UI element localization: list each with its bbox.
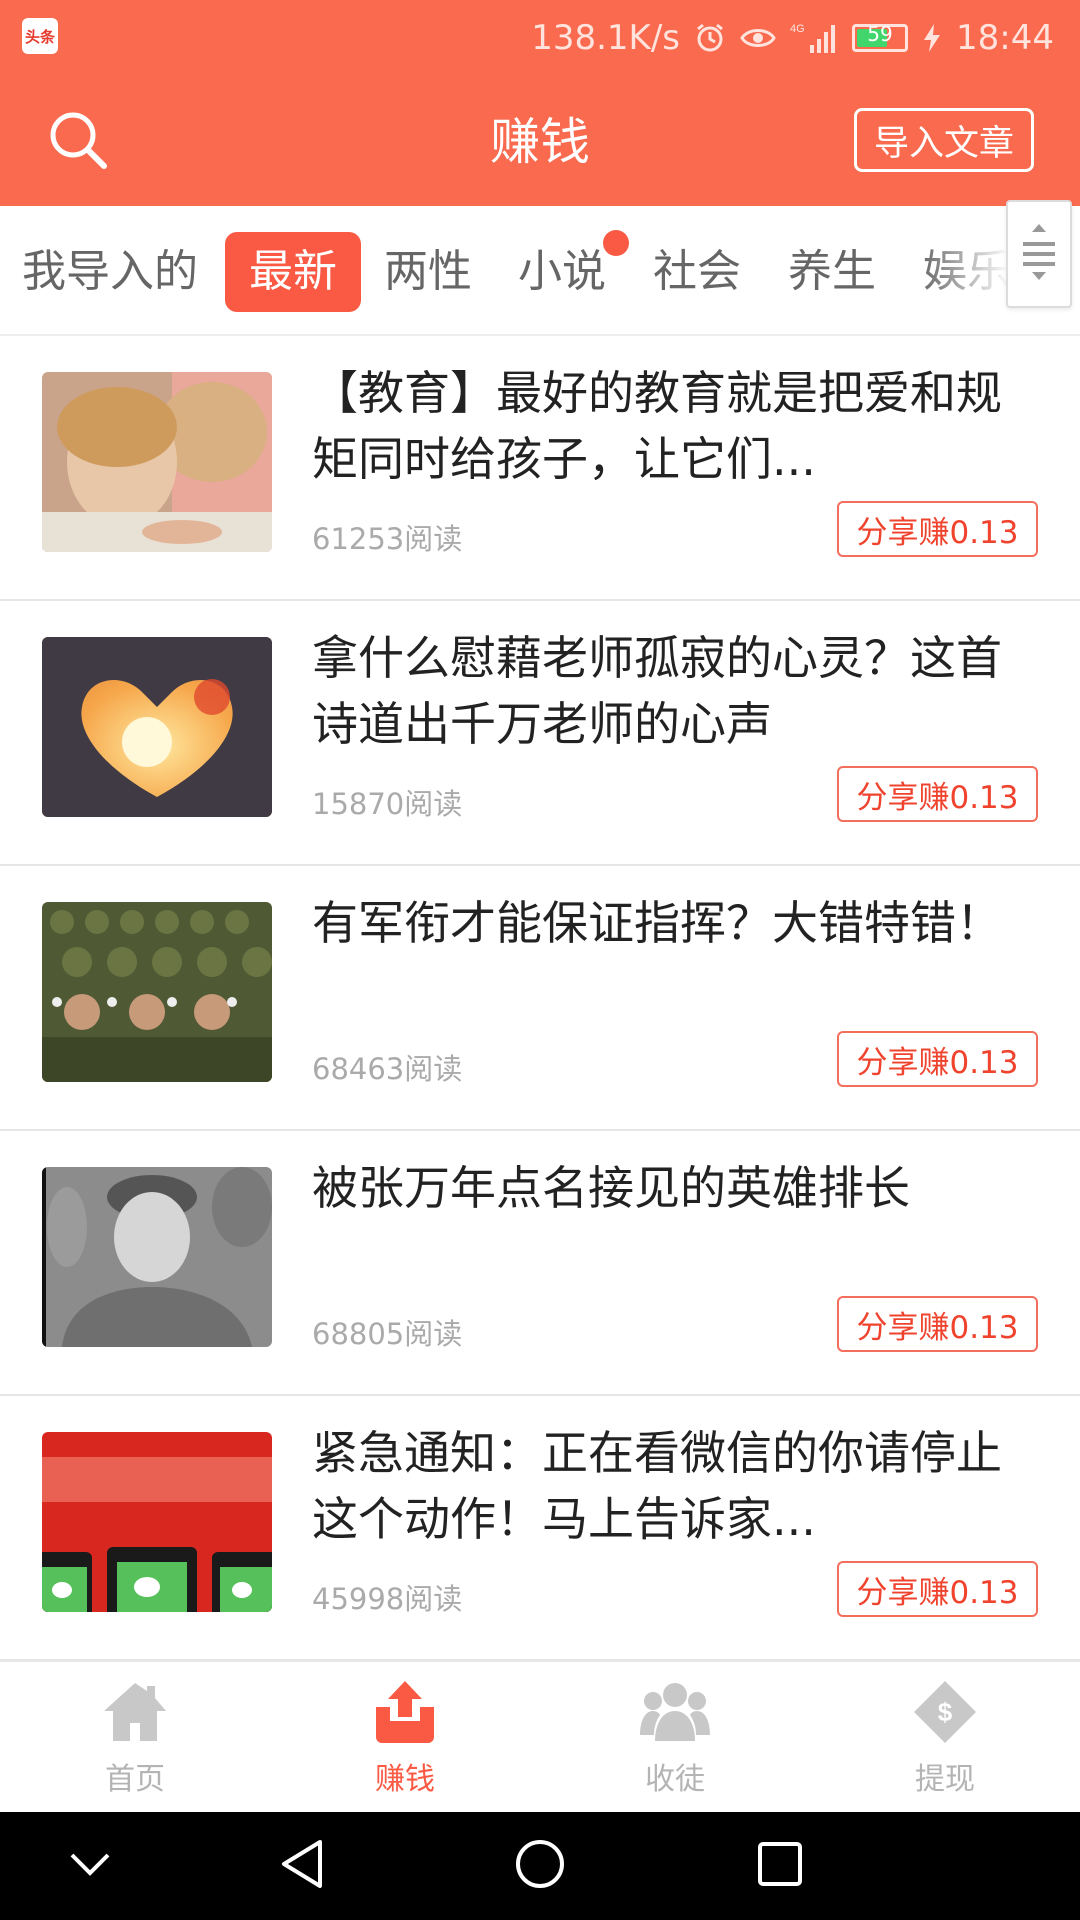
network-speed: 138.1K/s — [531, 18, 681, 58]
tab-imported[interactable]: 我导入的 — [22, 232, 198, 312]
clock: 18:44 — [956, 18, 1054, 58]
article-thumbnail — [42, 372, 272, 552]
battery-level: 59 — [867, 22, 893, 46]
alarm-icon — [694, 22, 726, 54]
back-triangle-icon — [278, 1838, 326, 1894]
article-read-count: 68805阅读 — [312, 1317, 463, 1351]
article-title[interactable]: 拿什么慰藉老师孤寂的心灵？这首诗道出千万老师的心声 — [312, 625, 1042, 757]
article-item[interactable]: 拿什么慰藉老师孤寂的心灵？这首诗道出千万老师的心声 15870阅读 分享赚0.1… — [0, 601, 1080, 866]
tab-latest[interactable]: 最新 — [225, 232, 361, 312]
share-earn-button[interactable]: 分享赚0.13 — [837, 501, 1038, 557]
withdraw-icon: $ — [909, 1676, 981, 1748]
nav-earn-label: 赚钱 — [375, 1762, 435, 1797]
article-thumbnail — [42, 902, 272, 1082]
bottom-nav: 首页 赚钱 收徒 $ 提现 — [0, 1660, 1080, 1812]
charging-icon — [922, 23, 942, 53]
article-title[interactable]: 被张万年点名接见的英雄排长 — [312, 1155, 1042, 1221]
title-bar: 赚钱 导入文章 — [0, 90, 1080, 190]
tabs-fade — [920, 206, 1010, 334]
system-nav-bar — [0, 1812, 1080, 1920]
nav-withdraw[interactable]: $ 提现 — [875, 1676, 1015, 1802]
share-earn-button[interactable]: 分享赚0.13 — [837, 1561, 1038, 1617]
status-icons: 138.1K/s 4G 59 18:44 — [531, 14, 1054, 62]
back-button[interactable] — [270, 1834, 334, 1898]
article-thumbnail — [42, 1432, 272, 1612]
battery-icon: 59 — [852, 22, 909, 52]
article-title[interactable]: 紧急通知：正在看微信的你请停止这个动作！马上告诉家... — [312, 1420, 1042, 1552]
nav-home-label: 首页 — [105, 1762, 165, 1797]
article-thumbnail — [42, 637, 272, 817]
home-circle-icon — [514, 1838, 566, 1894]
article-item[interactable]: 被张万年点名接见的英雄排长 68805阅读 分享赚0.13 — [0, 1131, 1080, 1396]
article-thumbnail — [42, 1167, 272, 1347]
share-earn-button[interactable]: 分享赚0.13 — [837, 1296, 1038, 1352]
home-icon — [99, 1676, 171, 1748]
app-badge: 头条 — [22, 18, 58, 54]
article-item[interactable]: 紧急通知：正在看微信的你请停止这个动作！马上告诉家... 45998阅读 分享赚… — [0, 1396, 1080, 1661]
article-read-count: 68463阅读 — [312, 1052, 463, 1086]
share-earn-button[interactable]: 分享赚0.13 — [837, 766, 1038, 822]
recent-apps-button[interactable] — [748, 1834, 812, 1898]
header: 头条 138.1K/s 4G 59 18:44 赚钱 导入文章 — [0, 0, 1080, 206]
share-earn-button[interactable]: 分享赚0.13 — [837, 1031, 1038, 1087]
nav-home[interactable]: 首页 — [65, 1676, 205, 1802]
sort-menu-icon — [1019, 220, 1059, 288]
network-type: 4G — [790, 23, 805, 35]
import-article-button[interactable]: 导入文章 — [854, 108, 1034, 172]
tab-novel-new-dot — [603, 230, 629, 256]
category-menu-button[interactable] — [1006, 200, 1072, 308]
upload-earn-icon — [369, 1676, 441, 1748]
home-button[interactable] — [508, 1834, 572, 1898]
article-title[interactable]: 【教育】最好的教育就是把爱和规矩同时给孩子，让它们... — [312, 360, 1042, 492]
hide-nav-button[interactable] — [58, 1834, 122, 1898]
tab-health[interactable]: 养生 — [788, 232, 876, 312]
people-icon — [639, 1676, 711, 1748]
tab-society[interactable]: 社会 — [653, 232, 741, 312]
tab-gender[interactable]: 两性 — [384, 232, 472, 312]
article-title[interactable]: 有军衔才能保证指挥？大错特错！ — [312, 890, 1042, 956]
article-read-count: 15870阅读 — [312, 787, 463, 821]
chevron-down-icon — [68, 1849, 112, 1883]
nav-apprentice[interactable]: 收徒 — [605, 1676, 745, 1802]
nav-withdraw-label: 提现 — [915, 1762, 975, 1797]
article-item[interactable]: 有军衔才能保证指挥？大错特错！ 68463阅读 分享赚0.13 — [0, 866, 1080, 1131]
tab-novel[interactable]: 小说 — [518, 232, 606, 312]
eye-icon — [740, 24, 776, 52]
status-bar: 头条 138.1K/s 4G 59 18:44 — [0, 0, 1080, 76]
article-read-count: 45998阅读 — [312, 1582, 463, 1616]
nav-apprentice-label: 收徒 — [645, 1762, 705, 1797]
square-icon — [756, 1840, 804, 1892]
article-item[interactable]: 【教育】最好的教育就是把爱和规矩同时给孩子，让它们... 61253阅读 分享赚… — [0, 336, 1080, 601]
article-read-count: 61253阅读 — [312, 522, 463, 556]
nav-earn[interactable]: 赚钱 — [335, 1676, 475, 1802]
article-list: 【教育】最好的教育就是把爱和规矩同时给孩子，让它们... 61253阅读 分享赚… — [0, 336, 1080, 1661]
category-tabs: 我导入的 最新 两性 小说 社会 养生 娱乐 — [0, 206, 1080, 336]
signal-icon: 4G — [790, 21, 838, 55]
svg-text:$: $ — [938, 1697, 953, 1727]
